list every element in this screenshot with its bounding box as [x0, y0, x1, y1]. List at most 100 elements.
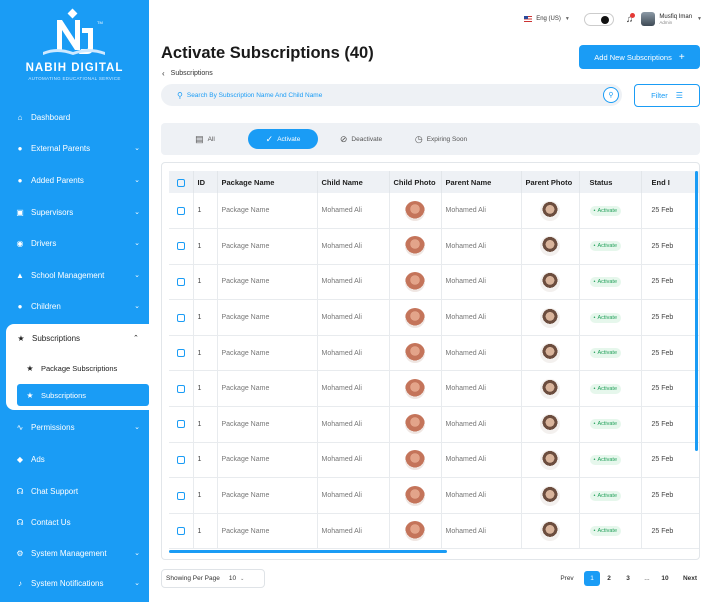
sidebar-item-drivers[interactable]: ◉ Drivers ⌄: [8, 231, 146, 255]
row-checkbox[interactable]: [176, 420, 185, 429]
add-subscription-button[interactable]: Add New Subscriptions +: [579, 45, 700, 69]
row-checkbox[interactable]: [176, 313, 185, 322]
sidebar-item-added-parents[interactable]: ● Added Parents ⌄: [8, 168, 146, 192]
pagination-page-2[interactable]: 2: [602, 571, 616, 586]
row-checkbox[interactable]: [176, 384, 185, 393]
cell-parent-name: Mohamed Ali: [441, 193, 522, 230]
avatar: [641, 12, 656, 26]
row-checkbox-cell[interactable]: [169, 228, 194, 265]
sidebar-item-external-parents[interactable]: ● External Parents ⌄: [8, 136, 146, 160]
subscriptions-table: ID Package Name Child Name Child Photo P…: [161, 162, 700, 560]
sidebar-item-supervisors[interactable]: ▣ Supervisors ⌄: [8, 200, 146, 224]
sidebar-item-contact-us[interactable]: ☊ Contact Us: [8, 510, 146, 534]
person-icon: ●: [17, 175, 23, 185]
parent-photo: [540, 307, 560, 328]
row-checkbox-cell[interactable]: [169, 442, 194, 479]
row-checkbox-cell[interactable]: [169, 193, 194, 230]
sidebar-item-children[interactable]: ● Children ⌄: [8, 294, 146, 318]
row-checkbox-cell[interactable]: [169, 335, 194, 372]
row-checkbox[interactable]: [176, 527, 185, 536]
table-row[interactable]: 1Package NameMohamed AliMohamed AliActiv…: [169, 442, 699, 479]
tab-expiring-soon[interactable]: ◷ Expiring Soon: [407, 129, 475, 149]
table-row[interactable]: 1Package NameMohamed AliMohamed AliActiv…: [169, 193, 699, 230]
back-arrow-icon[interactable]: ‹: [162, 69, 165, 78]
theme-toggle[interactable]: [583, 12, 614, 26]
row-checkbox[interactable]: [176, 349, 185, 358]
table-row[interactable]: 1Package NameMohamed AliMohamed AliActiv…: [169, 406, 699, 443]
sidebar-item-system-notifications[interactable]: ♪ System Notifications ⌄: [8, 571, 146, 595]
add-button-label: Add New Subscriptions: [594, 52, 672, 62]
cell-status: Activate: [579, 370, 642, 408]
row-checkbox[interactable]: [176, 491, 185, 500]
sidebar-item-school-management[interactable]: ▲ School Management ⌄: [8, 263, 146, 287]
language-selector[interactable]: Eng (US) ▼: [524, 16, 570, 22]
sidebar-item-permissions[interactable]: ∿ Permissions ⌄: [8, 415, 146, 439]
horizontal-scrollbar[interactable]: [169, 550, 447, 553]
sidebar-item-subscriptions-active[interactable]: ★ Subscriptions: [17, 384, 149, 406]
row-checkbox[interactable]: [176, 455, 185, 464]
sidebar-item-subscriptions[interactable]: ★ Subscriptions ⌃: [10, 327, 147, 349]
language-label: Eng (US): [536, 16, 561, 22]
chevron-down-icon: ▼: [564, 16, 570, 22]
search-input[interactable]: [186, 91, 567, 99]
pagination-page-3[interactable]: 3: [621, 571, 635, 586]
block-icon: ⊘: [339, 133, 348, 144]
pagination-page-1[interactable]: 1: [584, 571, 600, 586]
row-checkbox-cell[interactable]: [169, 264, 194, 301]
table-row[interactable]: 1Package NameMohamed AliMohamed AliActiv…: [169, 228, 699, 265]
row-checkbox-cell[interactable]: [169, 370, 194, 408]
tab-deactivate[interactable]: ⊘ Deactivate: [331, 129, 391, 149]
column-header-parent-photo: Parent Photo: [521, 171, 580, 193]
status-badge: Activate: [589, 348, 622, 359]
notification-bell-icon[interactable]: ♫: [626, 12, 636, 25]
row-checkbox[interactable]: [176, 242, 185, 251]
per-page-value: 10: [228, 575, 237, 582]
search-button[interactable]: ⚲: [603, 87, 619, 103]
chevron-down-icon: ⌄: [134, 145, 140, 152]
child-photo: [405, 200, 425, 221]
select-all-checkbox-cell[interactable]: [169, 171, 194, 193]
row-checkbox[interactable]: [176, 206, 185, 215]
gear-icon: ⚙: [16, 548, 24, 558]
cell-end-date: 25 Feb: [641, 370, 699, 408]
table-row[interactable]: 1Package NameMohamed AliMohamed AliActiv…: [169, 513, 699, 550]
list-icon: ▤: [195, 133, 204, 144]
table-row[interactable]: 1Package NameMohamed AliMohamed AliActiv…: [169, 299, 699, 336]
table-row[interactable]: 1Package NameMohamed AliMohamed AliActiv…: [169, 370, 699, 408]
per-page-selector[interactable]: Showing Per Page 10 ⌄: [161, 569, 265, 588]
user-menu[interactable]: Musfiq Iman Admin ▼: [641, 12, 702, 26]
pagination-ellipsis: ...: [644, 575, 650, 582]
brand-name: NABIH DIGITAL: [25, 62, 124, 74]
cell-end-date: 25 Feb: [641, 193, 699, 230]
status-badge: Activate: [589, 526, 622, 537]
table-row[interactable]: 1Package NameMohamed AliMohamed AliActiv…: [169, 335, 699, 372]
vertical-scrollbar[interactable]: [695, 171, 698, 451]
row-checkbox-cell[interactable]: [169, 477, 194, 514]
tab-activate[interactable]: ✓ Activate: [248, 129, 318, 149]
row-checkbox-cell[interactable]: [169, 406, 194, 443]
tab-all[interactable]: ▤ All: [185, 129, 225, 149]
filter-button[interactable]: Filter ☰: [634, 84, 700, 107]
row-checkbox-cell[interactable]: [169, 513, 194, 550]
cell-status: Activate: [579, 228, 642, 265]
child-photo: [405, 378, 425, 399]
select-all-checkbox[interactable]: [176, 178, 185, 187]
cell-package-name: Package Name: [217, 335, 318, 372]
pagination-prev[interactable]: Prev: [556, 571, 578, 586]
row-checkbox[interactable]: [176, 277, 185, 286]
breadcrumb[interactable]: ‹ Subscriptions: [162, 69, 213, 78]
sidebar-item-ads[interactable]: ◆ Ads: [8, 447, 146, 471]
sidebar-item-chat-support[interactable]: ☊ Chat Support: [8, 479, 146, 503]
parent-photo: [540, 343, 560, 364]
sidebar-item-system-management[interactable]: ⚙ System Management ⌄: [8, 541, 146, 565]
cell-id: 1: [193, 299, 218, 336]
row-checkbox-cell[interactable]: [169, 299, 194, 336]
sidebar-item-dashboard[interactable]: ⌂ Dashboard: [8, 105, 146, 129]
pagination-next[interactable]: Next: [679, 571, 701, 586]
sidebar-item-package-subscriptions[interactable]: ★ Package Subscriptions: [17, 357, 149, 379]
pagination-page-10[interactable]: 10: [657, 571, 673, 586]
table-row[interactable]: 1Package NameMohamed AliMohamed AliActiv…: [169, 264, 699, 301]
cell-end-date: 25 Feb: [641, 477, 699, 514]
table-row[interactable]: 1Package NameMohamed AliMohamed AliActiv…: [169, 477, 699, 514]
cell-child-name: Mohamed Ali: [317, 228, 390, 265]
